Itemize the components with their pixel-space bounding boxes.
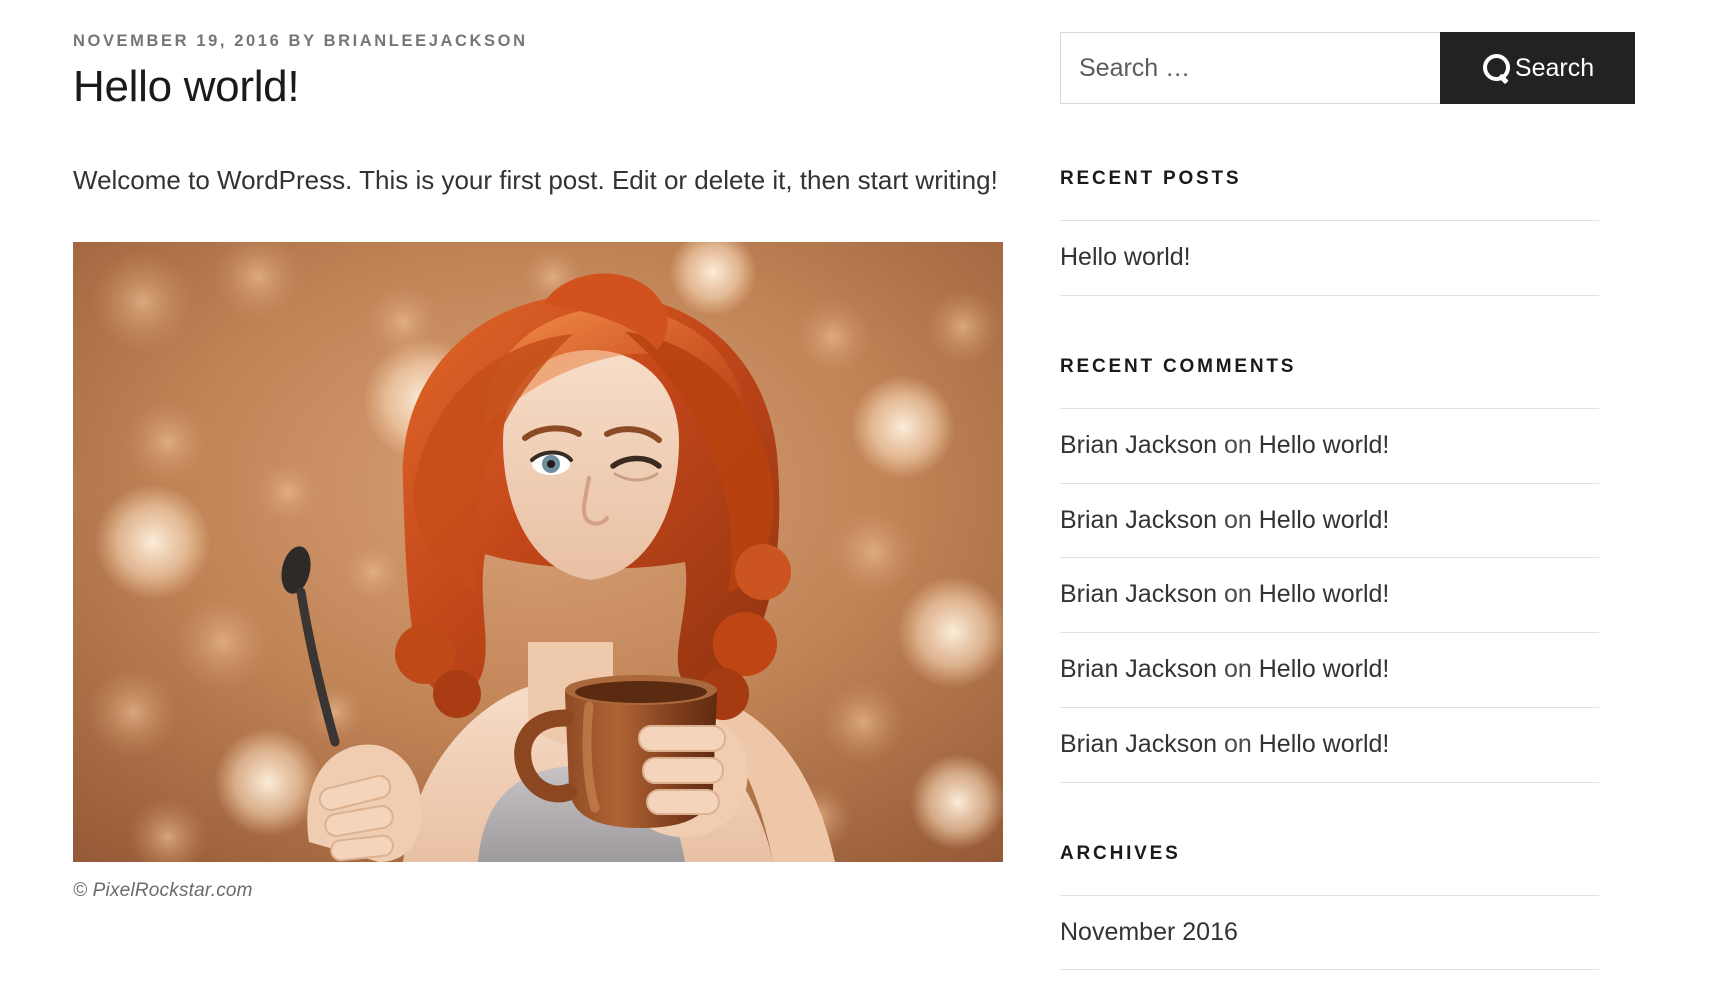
widget-recent-comments: Recent Comments Brian Jackson on Hello w… (1060, 356, 1599, 783)
list-item[interactable]: Hello world! (1060, 221, 1599, 296)
comment-post-link[interactable]: Hello world! (1259, 655, 1390, 683)
post-date: November 19, 2016 (73, 32, 281, 50)
recent-comments-title: Recent Comments (1060, 356, 1599, 378)
comment-separator-word: on (1224, 506, 1252, 534)
post-body: Welcome to WordPress. This is your first… (73, 160, 1003, 200)
list-item[interactable]: Brian Jackson on Hello world! (1060, 558, 1599, 633)
post-author-link[interactable]: brianleejackson (324, 32, 528, 50)
recent-comments-list: Brian Jackson on Hello world! Brian Jack… (1060, 408, 1599, 783)
comment-separator-word: on (1224, 655, 1252, 683)
search-form: Search (1060, 32, 1635, 104)
list-item[interactable]: Brian Jackson on Hello world! (1060, 484, 1599, 559)
search-icon (1481, 53, 1511, 83)
comment-separator-word: on (1224, 431, 1252, 459)
search-button[interactable]: Search (1440, 32, 1635, 104)
comment-separator-word: on (1224, 580, 1252, 608)
image-caption: © PixelRockstar.com (73, 880, 1003, 902)
post-meta: November 19, 2016 by brianleejackson (73, 30, 1035, 53)
comment-post-link[interactable]: Hello world! (1259, 580, 1390, 608)
post-paragraph: Welcome to WordPress. This is your first… (73, 160, 1003, 200)
comment-post-link[interactable]: Hello world! (1259, 431, 1390, 459)
archives-title: Archives (1060, 843, 1599, 865)
comment-author-link[interactable]: Brian Jackson (1060, 431, 1217, 459)
widget-archives: Archives November 2016 (1060, 843, 1599, 971)
recent-post-link[interactable]: Hello world! (1060, 243, 1191, 271)
blog-page: November 19, 2016 by brianleejackson Hel… (0, 0, 1728, 990)
list-item[interactable]: Brian Jackson on Hello world! (1060, 708, 1599, 783)
list-item[interactable]: Brian Jackson on Hello world! (1060, 633, 1599, 708)
post-figure: © PixelRockstar.com (73, 242, 1003, 902)
sidebar: Search Recent Posts Hello world! Recent … (1035, 0, 1635, 990)
comment-post-link[interactable]: Hello world! (1259, 506, 1390, 534)
comment-author-link[interactable]: Brian Jackson (1060, 730, 1217, 758)
recent-posts-list: Hello world! (1060, 220, 1599, 296)
post-image (73, 242, 1003, 862)
list-item[interactable]: Brian Jackson on Hello world! (1060, 409, 1599, 484)
comment-author-link[interactable]: Brian Jackson (1060, 580, 1217, 608)
search-input[interactable] (1060, 32, 1440, 104)
meta-by-word: by (289, 32, 317, 50)
comment-author-link[interactable]: Brian Jackson (1060, 506, 1217, 534)
photo-illustration (73, 242, 1003, 862)
recent-posts-title: Recent Posts (1060, 168, 1599, 190)
list-item[interactable]: November 2016 (1060, 896, 1599, 971)
post-content: November 19, 2016 by brianleejackson Hel… (0, 0, 1035, 902)
search-button-label: Search (1515, 54, 1594, 83)
widget-recent-posts: Recent Posts Hello world! (1060, 168, 1599, 296)
comment-author-link[interactable]: Brian Jackson (1060, 655, 1217, 683)
comment-post-link[interactable]: Hello world! (1259, 730, 1390, 758)
comment-separator-word: on (1224, 730, 1252, 758)
archives-list: November 2016 (1060, 895, 1599, 971)
page-title: Hello world! (73, 59, 1035, 114)
archive-link[interactable]: November 2016 (1060, 918, 1238, 946)
